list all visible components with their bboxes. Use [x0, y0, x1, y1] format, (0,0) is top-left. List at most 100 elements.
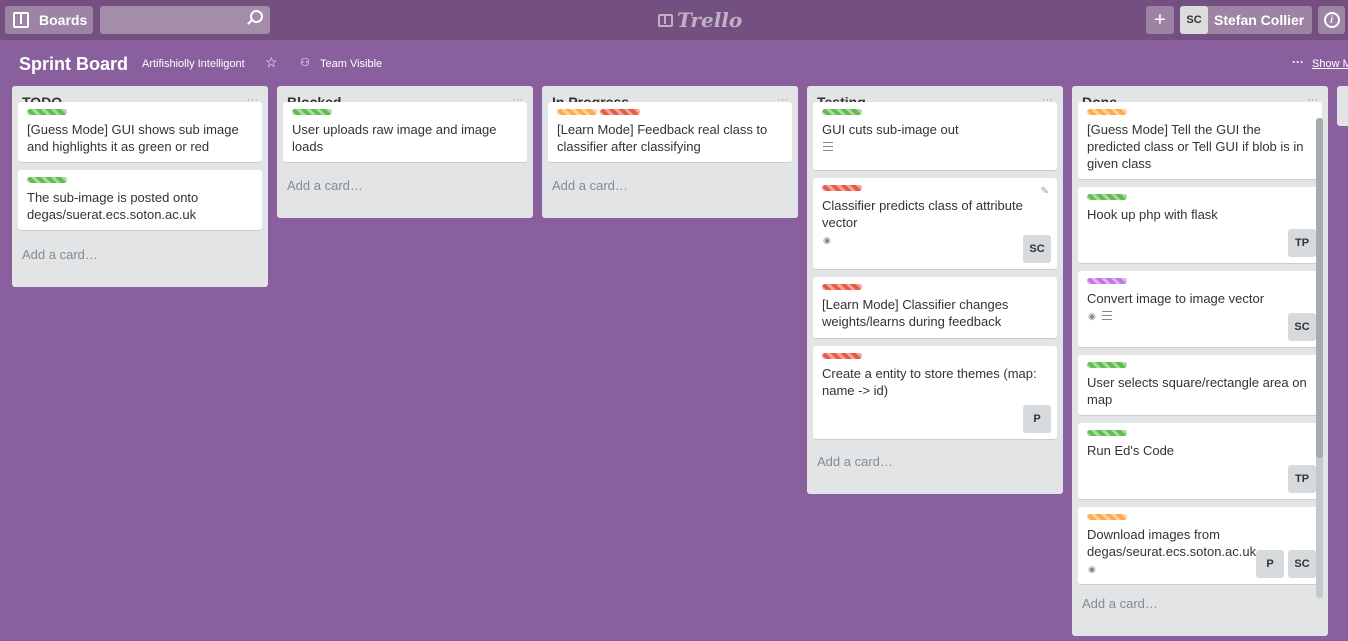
add-button[interactable]: +: [1146, 6, 1174, 34]
card-labels: [822, 284, 865, 291]
label-purple: [1087, 278, 1127, 284]
avatar[interactable]: SC: [1288, 313, 1316, 341]
show-menu-link[interactable]: Show Menu: [1312, 58, 1348, 70]
add-card-link[interactable]: Add a card…: [817, 454, 893, 469]
watch-icon: ◉: [1088, 311, 1096, 321]
card-title: The sub-image is posted onto degas/suera…: [27, 190, 199, 222]
add-card-link[interactable]: Add a card…: [287, 178, 363, 193]
card[interactable]: Download images from degas/seurat.ecs.so…: [1078, 507, 1322, 585]
label-green: [1087, 430, 1127, 436]
list-1: Blocked···User uploads raw image and ima…: [277, 86, 533, 218]
avatar[interactable]: P: [1023, 405, 1051, 433]
avatar[interactable]: P: [1256, 550, 1284, 578]
edit-icon[interactable]: ✎: [1041, 186, 1049, 197]
list-2: In Progress···[Learn Mode] Feedback real…: [542, 86, 798, 218]
user-menu-button[interactable]: SC Stefan Collier: [1180, 6, 1312, 34]
label-red: [822, 353, 862, 359]
more-icon[interactable]: ···: [1292, 55, 1304, 69]
card-title: Hook up php with flask: [1087, 207, 1218, 222]
label-green: [27, 109, 67, 115]
card[interactable]: User uploads raw image and image loads: [283, 102, 527, 163]
card-title: [Learn Mode] Feedback real class to clas…: [557, 122, 768, 154]
search-input[interactable]: [100, 6, 270, 34]
card[interactable]: Convert image to image vector ◉ SC: [1078, 271, 1322, 348]
label-green: [27, 177, 67, 183]
watch-icon: ◉: [1088, 564, 1096, 574]
card[interactable]: The sub-image is posted onto degas/suera…: [18, 170, 262, 231]
card-labels: [822, 109, 865, 116]
card-labels: [822, 185, 865, 192]
card-members: SC: [1288, 313, 1316, 341]
next-list-stub[interactable]: [1337, 86, 1348, 126]
user-name: Stefan Collier: [1214, 12, 1305, 28]
logo-text: Trello: [677, 8, 743, 32]
card-labels: [1087, 514, 1130, 521]
board-header: Sprint Board Artifishiolly Intelligont ☆…: [0, 40, 1348, 84]
card-badges: ◉: [1088, 311, 1112, 322]
label-green: [292, 109, 332, 115]
list-3: Testing···GUI cuts sub-image outClassifi…: [807, 86, 1063, 494]
add-card-link[interactable]: Add a card…: [552, 178, 628, 193]
boards-label: Boards: [39, 12, 88, 28]
card-badges: ◉: [823, 235, 831, 246]
card-members: P: [1023, 405, 1051, 433]
add-card-link[interactable]: Add a card…: [1082, 596, 1158, 611]
board-team-name[interactable]: Artifishiolly Intelligont: [142, 58, 245, 70]
card-title: [Guess Mode] Tell the GUI the predicted …: [1087, 122, 1304, 171]
card-labels: [557, 109, 643, 116]
search-icon[interactable]: [250, 10, 263, 23]
scrollbar-thumb[interactable]: [1316, 118, 1323, 458]
card[interactable]: Classifier predicts class of attribute v…: [813, 178, 1057, 270]
label-orange: [557, 109, 597, 115]
card-title: GUI cuts sub-image out: [822, 122, 959, 137]
card-members: TP: [1288, 465, 1316, 493]
card[interactable]: [Learn Mode] Feedback real class to clas…: [548, 102, 792, 163]
card[interactable]: [Learn Mode] Classifier changes weights/…: [813, 277, 1057, 339]
avatar: SC: [1180, 6, 1208, 34]
card-badges: [823, 142, 833, 151]
card-labels: [1087, 362, 1130, 369]
label-red: [822, 185, 862, 191]
list-0: TODO···[Guess Mode] GUI shows sub image …: [12, 86, 268, 287]
card-title: Classifier predicts class of attribute v…: [822, 198, 1023, 230]
list-scrollbar[interactable]: [1316, 118, 1323, 598]
boards-button[interactable]: Boards: [5, 6, 93, 34]
label-green: [1087, 194, 1127, 200]
trello-logo-icon: [658, 13, 673, 27]
card-members: P SC: [1256, 550, 1316, 578]
card-title: Convert image to image vector: [1087, 291, 1265, 306]
watch-icon: ◉: [823, 235, 831, 245]
card-labels: [292, 109, 335, 116]
board-title[interactable]: Sprint Board: [19, 54, 128, 75]
card-labels: [1087, 109, 1130, 116]
card-members: SC: [1023, 235, 1051, 263]
card[interactable]: Run Ed's Code TP: [1078, 423, 1322, 500]
card[interactable]: [Guess Mode] GUI shows sub image and hig…: [18, 102, 262, 163]
card-labels: [1087, 278, 1130, 285]
avatar[interactable]: SC: [1288, 550, 1316, 578]
label-red: [600, 109, 640, 115]
avatar[interactable]: TP: [1288, 465, 1316, 493]
card[interactable]: GUI cuts sub-image out: [813, 102, 1057, 171]
visibility-label[interactable]: Team Visible: [320, 58, 382, 70]
card-members: TP: [1288, 229, 1316, 257]
label-green: [1087, 362, 1127, 368]
card[interactable]: User selects square/rectangle area on ma…: [1078, 355, 1322, 416]
card-title: Run Ed's Code: [1087, 443, 1175, 458]
avatar[interactable]: TP: [1288, 229, 1316, 257]
card[interactable]: Create a entity to store themes (map: na…: [813, 346, 1057, 440]
add-card-link[interactable]: Add a card…: [22, 247, 98, 262]
card[interactable]: Hook up php with flask TP: [1078, 187, 1322, 264]
card-labels: [27, 109, 70, 116]
avatar[interactable]: SC: [1023, 235, 1051, 263]
star-icon[interactable]: ☆: [265, 54, 278, 71]
card-badges: ◉: [1088, 564, 1096, 575]
info-button[interactable]: i: [1318, 6, 1345, 34]
card[interactable]: [Guess Mode] Tell the GUI the predicted …: [1078, 102, 1322, 180]
trello-logo[interactable]: Trello: [658, 8, 742, 32]
card-title: [Guess Mode] GUI shows sub image and hig…: [27, 122, 239, 154]
plus-icon: +: [1154, 8, 1166, 31]
team-icon: ⚇: [300, 57, 310, 69]
card-labels: [822, 353, 865, 360]
card-labels: [1087, 194, 1130, 201]
